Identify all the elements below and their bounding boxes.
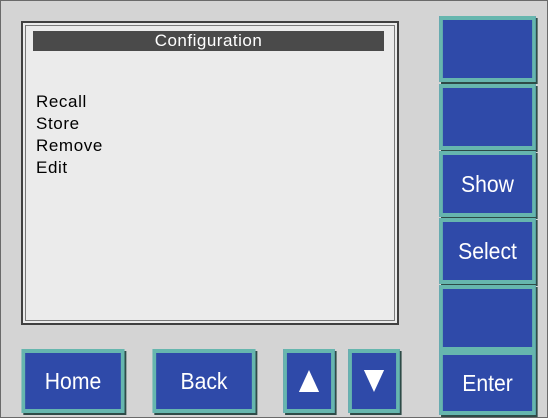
arrow-down-icon [363, 370, 385, 392]
home-button[interactable]: Home [21, 349, 125, 413]
back-button-label: Back [180, 367, 228, 394]
menu-item-recall[interactable]: Recall [36, 91, 103, 113]
screen-title: Configuration [33, 31, 384, 51]
enter-button[interactable]: Enter [439, 351, 536, 415]
soft-key-1[interactable] [439, 16, 536, 82]
menu-item-remove[interactable]: Remove [36, 135, 103, 157]
show-button[interactable]: Show [439, 151, 536, 217]
enter-button-label: Enter [462, 369, 513, 396]
back-button[interactable]: Back [152, 349, 256, 413]
menu-list: Recall Store Remove Edit [36, 91, 103, 179]
show-button-label: Show [461, 170, 514, 197]
display-screen: Configuration Recall Store Remove Edit [21, 21, 399, 325]
arrow-up-icon [298, 370, 320, 392]
menu-item-edit[interactable]: Edit [36, 157, 103, 179]
menu-item-store[interactable]: Store [36, 113, 103, 135]
soft-key-2[interactable] [439, 84, 536, 150]
control-panel: Configuration Recall Store Remove Edit S… [0, 0, 548, 418]
soft-key-5[interactable] [439, 285, 536, 351]
scroll-down-button[interactable] [348, 349, 400, 413]
select-button-label: Select [458, 237, 517, 264]
select-button[interactable]: Select [439, 218, 536, 284]
scroll-up-button[interactable] [283, 349, 335, 413]
home-button-label: Home [44, 367, 102, 394]
